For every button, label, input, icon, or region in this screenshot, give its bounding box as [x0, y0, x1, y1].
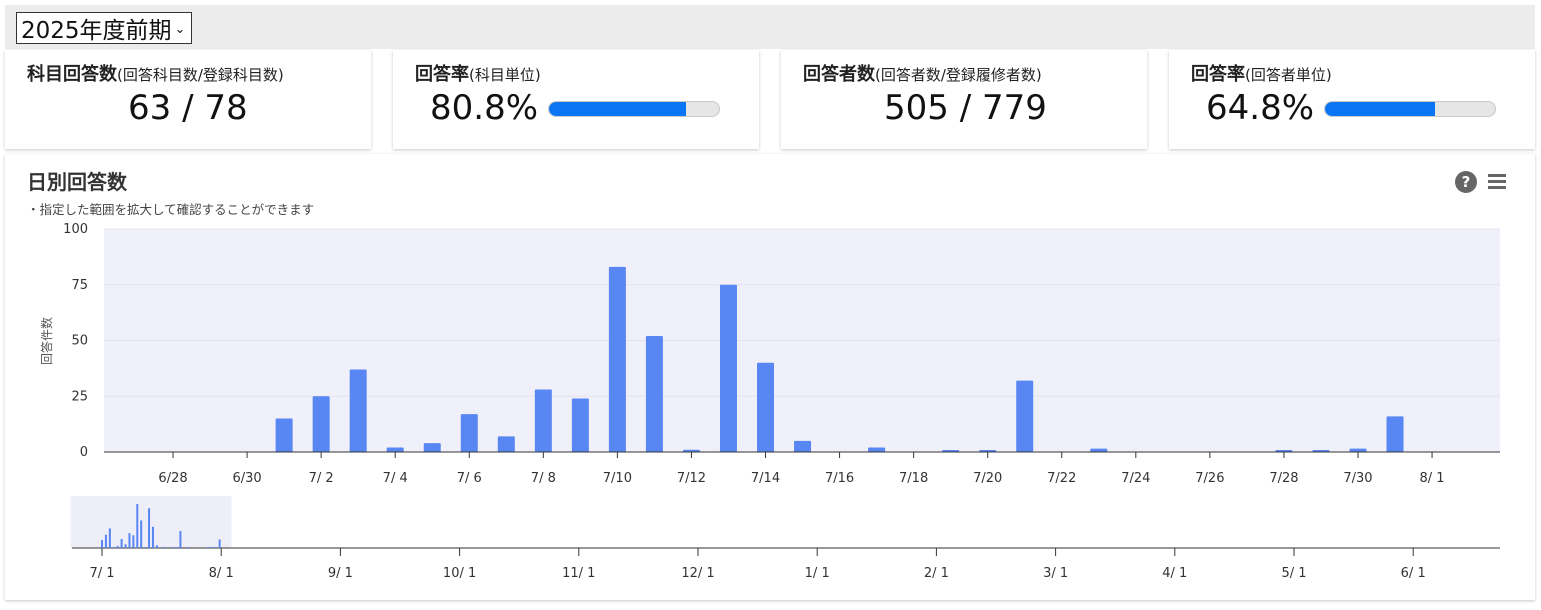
- navigator-tick-label: 3/ 1: [1043, 566, 1068, 581]
- data-bar: [868, 447, 886, 452]
- x-tick-label: 7/ 2: [309, 471, 334, 486]
- navigator-bar: [144, 547, 147, 548]
- x-tick-label: 7/ 4: [383, 471, 408, 486]
- navigator-bar: [155, 545, 158, 548]
- data-bar: [460, 414, 478, 452]
- data-bar: [571, 398, 589, 452]
- data-bar: [312, 396, 330, 452]
- y-axis-label: 回答件数: [39, 317, 54, 365]
- navigator-tick-label: 6/ 1: [1401, 566, 1426, 581]
- navigator-bar: [112, 546, 115, 548]
- navigator-bar: [140, 520, 143, 548]
- x-tick-label: 7/18: [899, 471, 928, 486]
- x-tick-label: 7/14: [751, 471, 780, 486]
- data-bar: [757, 362, 775, 452]
- navigator-bar: [101, 540, 103, 548]
- data-bar: [497, 436, 515, 452]
- x-tick-label: 6/28: [158, 471, 187, 486]
- x-tick-label: 7/20: [973, 471, 1002, 486]
- data-bar: [794, 440, 812, 452]
- x-tick-label: 7/22: [1047, 471, 1076, 486]
- navigator-tick-label: 12/ 1: [681, 566, 714, 581]
- x-tick-label: 7/12: [677, 471, 706, 486]
- navigator-tick-label: 2/ 1: [924, 566, 949, 581]
- data-bar: [349, 369, 367, 452]
- y-tick-label: 0: [80, 445, 88, 460]
- navigator-bar: [128, 533, 131, 548]
- data-bar: [1349, 448, 1367, 452]
- navigator-tick-label: 9/ 1: [328, 566, 353, 581]
- data-bar: [1090, 448, 1108, 452]
- navigator-tick-label: 8/ 1: [209, 566, 234, 581]
- navigator-bar: [108, 528, 111, 548]
- navigator-bar: [175, 547, 178, 548]
- navigator-tick-label: 10/ 1: [443, 566, 476, 581]
- navigator-bar: [163, 546, 166, 548]
- daily-responses-chart[interactable]: 0 25 50 75 100 回答件数 6/28 6/30 7/ 2 7/ 4 7/ 6 7/ 8 7/…: [0, 0, 1541, 610]
- navigator-tick-label: 5/ 1: [1281, 566, 1306, 581]
- x-tick-label: 6/30: [232, 471, 261, 486]
- y-tick-label: 50: [71, 334, 88, 349]
- navigator-bar: [120, 538, 123, 548]
- navigator-bar: [116, 545, 119, 548]
- y-tick-label: 100: [63, 222, 88, 237]
- x-tick-label: 7/ 6: [457, 471, 482, 486]
- navigator-tick-label: 1/ 1: [805, 566, 830, 581]
- data-bar: [534, 389, 552, 452]
- navigator-bar: [171, 547, 174, 548]
- navigator-selection: [70, 496, 232, 548]
- x-tick-label: 7/24: [1121, 471, 1150, 486]
- data-bar: [1386, 416, 1404, 452]
- data-bar: [386, 447, 404, 452]
- navigator-bar: [104, 534, 107, 548]
- navigator-bar: [218, 539, 221, 548]
- data-bar: [645, 336, 663, 452]
- navigator-tick-label: 7/ 1: [89, 566, 114, 581]
- y-tick-label: 25: [71, 389, 88, 404]
- navigator-bar: [148, 508, 151, 548]
- x-tick-label: 8/ 1: [1420, 471, 1445, 486]
- navigator-bar: [214, 547, 217, 548]
- x-tick-label: 7/28: [1269, 471, 1298, 486]
- navigator-bar: [210, 547, 213, 548]
- x-tick-label: 7/ 8: [531, 471, 556, 486]
- data-bar: [1016, 380, 1034, 452]
- navigator-tick-label: 4/ 1: [1162, 566, 1187, 581]
- y-tick-label: 75: [71, 278, 88, 293]
- x-tick-label: 7/10: [603, 471, 632, 486]
- data-bar: [608, 266, 626, 452]
- navigator-bar: [132, 535, 135, 548]
- navigator-tick-label: 11/ 1: [562, 566, 595, 581]
- data-bar: [423, 443, 441, 452]
- navigator-bar: [124, 544, 127, 548]
- navigator-bar: [151, 526, 154, 548]
- navigator-bar: [136, 504, 139, 548]
- data-bar: [719, 284, 737, 452]
- x-tick-label: 7/26: [1195, 471, 1224, 486]
- navigator-bar: [179, 531, 182, 548]
- navigator-bar: [187, 547, 190, 548]
- x-tick-label: 7/30: [1343, 471, 1372, 486]
- x-tick-label: 7/16: [825, 471, 854, 486]
- data-bar: [275, 418, 293, 452]
- navigator-bar: [206, 547, 209, 548]
